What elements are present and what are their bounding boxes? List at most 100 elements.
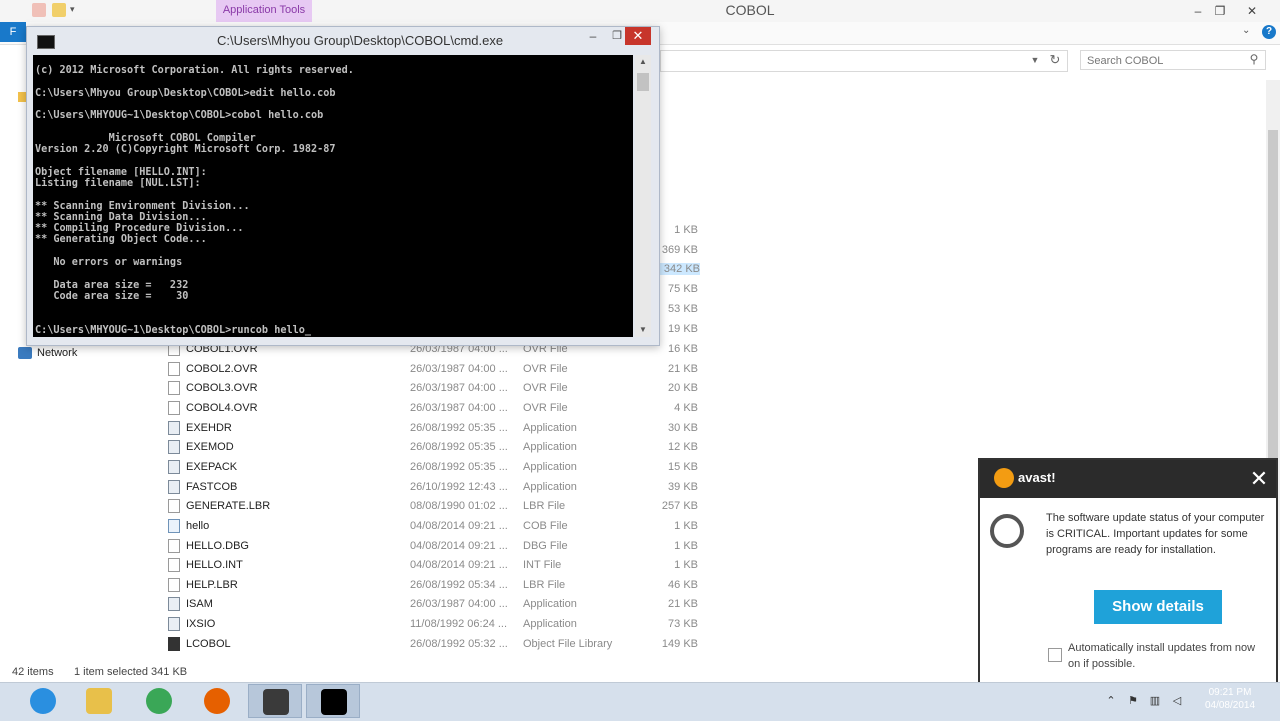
network-tray-icon[interactable]: ▥ (1148, 694, 1162, 708)
taskbar-clock[interactable]: 09:21 PM 04/08/2014 (1190, 686, 1270, 712)
cmd-maximize-button[interactable]: ❐ (607, 29, 627, 47)
file-name: LCOBOL (186, 637, 231, 650)
file-icon (168, 361, 180, 376)
file-row[interactable]: COBOL4.OVR 26/03/1987 04:00 ... OVR File 4 … (166, 399, 706, 418)
file-size: 73 KB (668, 618, 698, 631)
item-count: 42 items (12, 666, 54, 678)
search-icon[interactable]: ⚲ (1246, 52, 1262, 68)
file-row[interactable]: HELP.LBR 26/08/1992 05:34 ... LBR File 46 K… (166, 576, 706, 595)
file-row[interactable]: EXEMOD 26/08/1992 05:35 ... Application 12 … (166, 438, 706, 457)
file-type: LBR File (523, 500, 566, 513)
file-size: 1 KB (674, 519, 698, 532)
file-type: Application (523, 480, 577, 493)
taskbar-button[interactable] (190, 684, 244, 718)
file-row[interactable]: HELLO.DBG 04/08/2014 09:21 ... DBG File 1 K… (166, 537, 706, 556)
file-name: COBOL2.OVR (186, 362, 258, 375)
explorer-title-bar (0, 0, 1280, 23)
minimize-button[interactable]: – (1186, 2, 1210, 20)
refresh-icon[interactable]: ↻ (1044, 50, 1066, 70)
file-row[interactable]: COBOL3.OVR 26/03/1987 04:00 ... OVR File 20… (166, 379, 706, 398)
scroll-down-icon[interactable]: ▼ (635, 325, 651, 337)
scrollbar-thumb[interactable] (1268, 130, 1278, 460)
file-name: IXSIO (186, 618, 216, 631)
flag-icon[interactable]: ⚑ (1126, 694, 1140, 708)
file-date: 04/08/2014 09:21 ... (410, 559, 508, 572)
file-icon (168, 499, 180, 514)
close-button[interactable]: ✕ (1240, 2, 1264, 20)
file-size: 21 KB (668, 362, 698, 375)
taskbar-button[interactable] (72, 684, 126, 718)
address-dropdown-icon[interactable]: ▼ (1028, 50, 1042, 70)
sidebar-item-label: Network (37, 347, 78, 359)
quick-access-dropdown-icon[interactable]: ▾ (70, 4, 75, 15)
file-row[interactable]: GENERATE.LBR 08/08/1990 01:02 ... LBR File… (166, 497, 706, 516)
file-icon (168, 381, 180, 396)
file-row[interactable]: LCOBOL 26/08/1992 05:32 ... Object File Li… (166, 635, 706, 654)
cmd-icon[interactable] (37, 35, 55, 49)
file-size: 30 KB (668, 421, 698, 434)
file-size: 257 KB (661, 500, 698, 513)
search-input[interactable]: Search COBOL (1080, 50, 1266, 70)
cmd-minimize-button[interactable]: – (583, 29, 603, 47)
update-icon (990, 514, 1024, 548)
file-type: Application (523, 441, 577, 454)
address-bar[interactable] (660, 50, 1068, 72)
cmd-scrollbar-thumb[interactable] (637, 73, 649, 91)
expand-ribbon-icon[interactable]: ⌄ (1242, 25, 1250, 36)
file-row[interactable]: FASTCOB 26/10/1992 12:43 ... Application 39… (166, 478, 706, 497)
show-details-button[interactable]: Show details (1094, 590, 1222, 624)
file-name: HELLO.INT (186, 559, 243, 572)
file-row[interactable]: hello 04/08/2014 09:21 ... COB File 1 KB (166, 517, 706, 536)
file-type: Application (523, 598, 577, 611)
file-row[interactable]: HELLO.INT 04/08/2014 09:21 ... INT File 1 K… (166, 556, 706, 575)
taskbar-button[interactable] (16, 684, 70, 718)
file-date: 11/08/1992 06:24 ... (410, 618, 508, 631)
help-icon[interactable]: ? (1262, 25, 1276, 39)
taskbar-button[interactable] (132, 684, 186, 718)
new-folder-icon[interactable] (52, 3, 66, 17)
file-date: 08/08/1990 01:02 ... (410, 500, 508, 513)
library-icon (168, 636, 180, 651)
properties-icon[interactable] (32, 3, 46, 17)
avast-close-button[interactable]: ✕ (1244, 464, 1274, 494)
network-icon (18, 347, 32, 360)
cmd-close-button[interactable]: ✕ (625, 27, 651, 45)
file-date: 26/03/1987 04:00 ... (410, 401, 508, 414)
file-row[interactable]: ISAM 26/03/1987 04:00 ... Application 21 KB (166, 595, 706, 614)
volume-icon[interactable]: ◁ (1170, 694, 1184, 708)
application-tools-tab[interactable]: Application Tools (216, 0, 312, 22)
file-name: GENERATE.LBR (186, 500, 271, 513)
file-date: 26/08/1992 05:34 ... (410, 578, 508, 591)
file-type: OVR File (523, 382, 568, 395)
file-date: 26/10/1992 12:43 ... (410, 480, 508, 493)
tray-chevron-icon[interactable]: ⌃ (1104, 694, 1118, 708)
sidebar-item-network[interactable]: Network (18, 345, 77, 361)
maximize-button[interactable]: ❐ (1208, 2, 1232, 20)
taskbar-button[interactable] (306, 684, 360, 718)
auto-install-checkbox[interactable] (1048, 648, 1062, 662)
cmd-scrollbar[interactable] (635, 55, 651, 337)
cmd-window[interactable]: C:\Users\Mhyou Group\Desktop\COBOL\cmd.e… (26, 26, 660, 346)
file-type: Application (523, 618, 577, 631)
application-icon (168, 420, 180, 435)
file-date: 26/08/1992 05:35 ... (410, 460, 508, 473)
scroll-up-icon[interactable]: ▲ (635, 57, 651, 69)
file-date: 26/08/1992 05:32 ... (410, 637, 508, 650)
console-text: (c) 2012 Microsoft Corporation. All righ… (35, 65, 354, 336)
file-name: hello (186, 519, 210, 532)
clock-time: 09:21 PM (1208, 687, 1252, 698)
avast-logo-icon (994, 468, 1014, 488)
file-name: HELLO.DBG (186, 539, 249, 552)
file-row[interactable]: EXEHDR 26/08/1992 05:35 ... Application 30 … (166, 419, 706, 438)
file-row[interactable]: COBOL2.OVR 26/03/1987 04:00 ... OVR File 21… (166, 360, 706, 379)
avast-header: avast! ✕ (980, 460, 1276, 498)
internet-explorer-icon (30, 688, 56, 714)
file-explorer-icon (86, 688, 112, 714)
taskbar-button[interactable] (248, 684, 302, 718)
file-type: Application (523, 460, 577, 473)
file-tab[interactable]: F (0, 22, 26, 42)
file-row[interactable]: EXEPACK 26/08/1992 05:35 ... Application 15… (166, 458, 706, 477)
console-output[interactable]: (c) 2012 Microsoft Corporation. All righ… (33, 55, 633, 337)
file-row[interactable]: IXSIO 11/08/1992 06:24 ... Application 73 K… (166, 615, 706, 634)
avast-notification: avast! ✕ The software update status of y… (978, 458, 1278, 684)
